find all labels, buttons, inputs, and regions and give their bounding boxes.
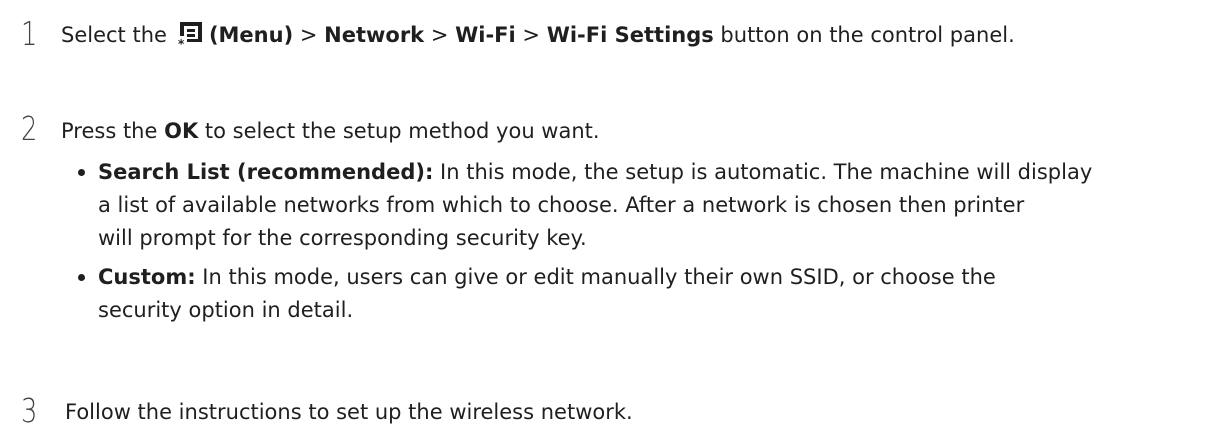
option-text: In this mode, users can give or edit man… [195, 265, 996, 289]
menu-icon: * [177, 20, 207, 57]
step-text-intro: Press the [61, 119, 165, 143]
separator: > [293, 23, 325, 47]
wifi-settings-label: Wi-Fi Settings [546, 23, 714, 47]
step-text: Press the OK to select the setup method … [61, 115, 600, 147]
list-item-line: Custom: In this mode, users can give or … [98, 261, 1218, 294]
step-text-body: Follow the instructions to set up the wi… [65, 400, 633, 424]
step-text: Select the * (Menu) > Network > Wi-Fi > … [61, 19, 1015, 57]
setup-method-list: Search List (recommended): In this mode,… [78, 156, 1218, 327]
step-text-rest: button on the control panel. [713, 23, 1015, 47]
list-item-line: a list of available networks from which … [98, 193, 1025, 217]
option-term: Search List (recommended): [98, 160, 434, 184]
step-number: 1 [21, 14, 38, 53]
step-text: Follow the instructions to set up the wi… [65, 396, 633, 428]
option-term: Custom: [98, 265, 196, 289]
list-item: Search List (recommended): In this mode,… [78, 156, 1218, 255]
list-item-line: will prompt for the corresponding securi… [98, 226, 587, 250]
list-item-line: Search List (recommended): In this mode,… [98, 156, 1218, 189]
svg-text:*: * [178, 37, 185, 48]
wifi-label: Wi-Fi [455, 23, 516, 47]
step-text-intro: Select the [61, 23, 167, 47]
bullet-dot [78, 274, 85, 281]
menu-label: (Menu) [208, 23, 294, 47]
step-text-rest: to select the setup method you want. [198, 119, 600, 143]
list-item: Custom: In this mode, users can give or … [78, 261, 1218, 327]
network-label: Network [324, 23, 425, 47]
bullet-dot [78, 169, 85, 176]
separator: > [424, 23, 456, 47]
ok-label: OK [164, 119, 199, 143]
step-number: 2 [21, 109, 38, 148]
separator: > [515, 23, 547, 47]
option-text: In this mode, the setup is automatic. Th… [433, 160, 1093, 184]
list-item-line: security option in detail. [98, 298, 354, 322]
step-number: 3 [21, 391, 38, 430]
instruction-page: 1 Select the * (Menu) > Network > Wi-Fi … [0, 0, 1221, 446]
